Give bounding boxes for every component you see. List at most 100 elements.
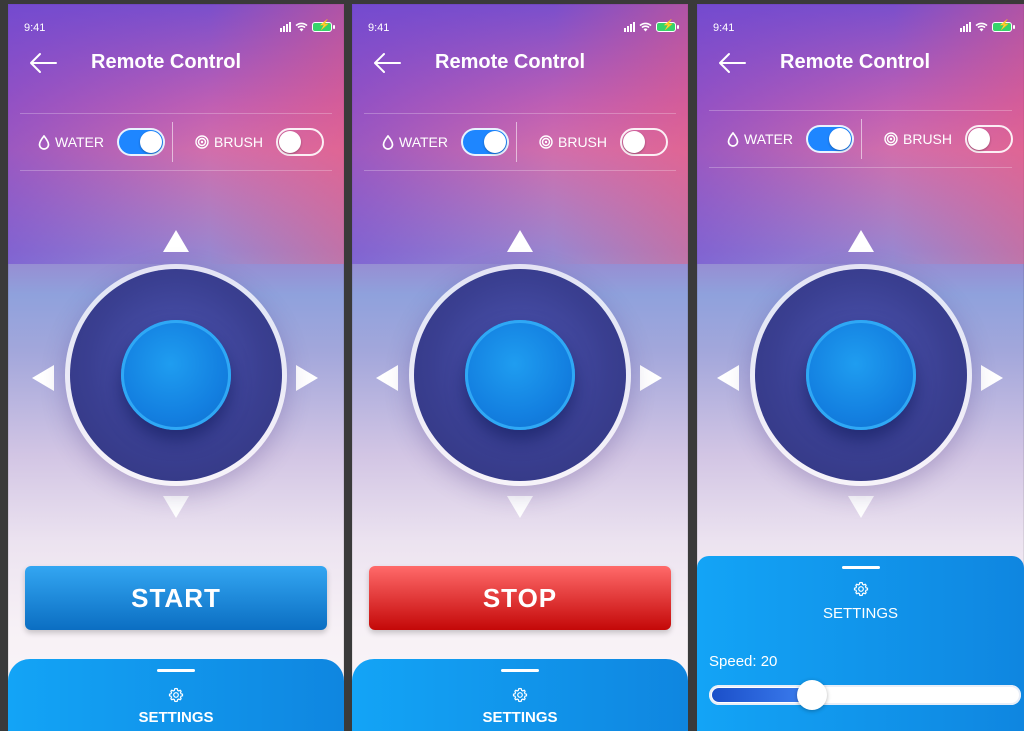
signal-icon	[624, 22, 635, 32]
joystick-handle[interactable]	[806, 320, 916, 430]
start-button[interactable]: START	[25, 566, 327, 630]
water-label: WATER	[55, 134, 104, 150]
arrow-up-button[interactable]	[507, 230, 533, 252]
joystick-ring	[750, 264, 972, 486]
wifi-icon	[295, 22, 308, 32]
water-label: WATER	[399, 134, 448, 150]
brush-toggle-group: BRUSH	[539, 128, 669, 156]
brush-switch[interactable]	[965, 125, 1014, 153]
brush-toggle-group: BRUSH	[195, 128, 325, 156]
header: Remote Control	[8, 48, 344, 80]
status-time: 9:41	[368, 22, 390, 34]
battery-icon: ⚡	[312, 20, 335, 32]
mode-toggles: WATER BRUSH	[20, 113, 332, 171]
arrow-left-icon[interactable]	[28, 50, 58, 76]
signal-icon	[280, 22, 291, 32]
settings-sheet[interactable]: SETTINGS	[352, 659, 688, 731]
brush-toggle-group: BRUSH	[884, 125, 1014, 153]
gear-icon	[853, 581, 868, 597]
status-bar: 9:41 ⚡	[24, 20, 335, 40]
header: Remote Control	[697, 48, 1024, 80]
arrow-down-button[interactable]	[848, 496, 874, 518]
stop-button[interactable]: STOP	[369, 566, 671, 630]
phone-screen-stop: 9:41 ⚡ Remote Control WATER BRUSH STOP S…	[352, 4, 688, 731]
battery-icon: ⚡	[656, 20, 679, 32]
water-toggle-group: WATER	[382, 128, 509, 156]
water-drop-icon	[38, 134, 50, 150]
brush-label: BRUSH	[903, 131, 953, 147]
joystick-handle[interactable]	[465, 320, 575, 430]
speed-slider[interactable]	[709, 680, 1021, 710]
gear-icon	[512, 687, 528, 703]
sheet-handle[interactable]	[157, 669, 195, 672]
water-switch[interactable]	[117, 128, 165, 156]
joystick-base	[414, 269, 626, 481]
brush-label: BRUSH	[558, 134, 608, 150]
settings-sheet[interactable]: SETTINGS	[8, 659, 344, 731]
arrow-right-button[interactable]	[640, 365, 662, 391]
switch-knob	[623, 131, 646, 153]
joystick-base	[755, 269, 967, 481]
status-bar: 9:41 ⚡	[368, 20, 679, 40]
switch-knob	[140, 131, 162, 153]
settings-label: SETTINGS	[482, 709, 558, 726]
water-switch[interactable]	[806, 125, 854, 153]
sheet-handle[interactable]	[841, 566, 880, 569]
joystick-ring	[409, 264, 631, 486]
gear-icon	[168, 687, 184, 703]
settings-sheet-expanded: SETTINGS Speed: 20	[697, 556, 1024, 731]
arrow-left-button[interactable]	[376, 365, 398, 391]
joystick-base	[70, 269, 282, 481]
arrow-left-button[interactable]	[32, 365, 54, 391]
settings-label: SETTINGS	[822, 605, 898, 622]
direction-pad	[697, 226, 1024, 526]
mode-toggles: WATER BRUSH	[709, 110, 1014, 168]
brush-icon	[884, 132, 898, 146]
page-title: Remote Control	[780, 51, 930, 73]
brush-switch[interactable]	[620, 128, 669, 156]
phone-screen-start: 9:41 ⚡ Remote Control WATER BRUSH START …	[8, 4, 344, 731]
direction-pad	[8, 226, 344, 526]
brush-label: BRUSH	[214, 134, 264, 150]
water-switch[interactable]	[461, 128, 509, 156]
direction-pad	[352, 226, 688, 526]
brush-icon	[539, 135, 553, 149]
water-drop-icon	[382, 134, 394, 150]
status-time: 9:41	[713, 22, 735, 34]
status-icons: ⚡	[280, 20, 335, 32]
status-bar: 9:41 ⚡	[713, 20, 1015, 40]
speed-label: Speed: 20	[709, 653, 778, 670]
arrow-left-icon[interactable]	[717, 50, 747, 76]
battery-icon: ⚡	[992, 20, 1015, 32]
arrow-up-button[interactable]	[848, 230, 874, 252]
header: Remote Control	[352, 48, 688, 80]
arrow-right-button[interactable]	[296, 365, 318, 391]
speed-slider-thumb[interactable]	[797, 680, 827, 710]
switch-knob	[484, 131, 506, 153]
switch-knob	[829, 128, 851, 150]
arrow-down-button[interactable]	[507, 496, 533, 518]
water-toggle-group: WATER	[38, 128, 165, 156]
water-label: WATER	[744, 131, 793, 147]
sheet-handle[interactable]	[501, 669, 539, 672]
wifi-icon	[975, 22, 988, 32]
arrow-down-button[interactable]	[163, 496, 189, 518]
settings-label: SETTINGS	[138, 709, 214, 726]
arrow-up-button[interactable]	[163, 230, 189, 252]
divider	[172, 122, 173, 162]
divider	[516, 122, 517, 162]
joystick-ring	[65, 264, 287, 486]
status-icons: ⚡	[960, 20, 1015, 32]
arrow-right-button[interactable]	[981, 365, 1003, 391]
arrow-left-button[interactable]	[717, 365, 739, 391]
status-time: 9:41	[24, 22, 46, 34]
signal-icon	[960, 22, 971, 32]
switch-knob	[968, 128, 991, 150]
brush-icon	[195, 135, 209, 149]
arrow-left-icon[interactable]	[372, 50, 402, 76]
water-drop-icon	[727, 131, 739, 147]
divider	[861, 119, 862, 159]
switch-knob	[279, 131, 302, 153]
joystick-handle[interactable]	[121, 320, 231, 430]
brush-switch[interactable]	[276, 128, 325, 156]
